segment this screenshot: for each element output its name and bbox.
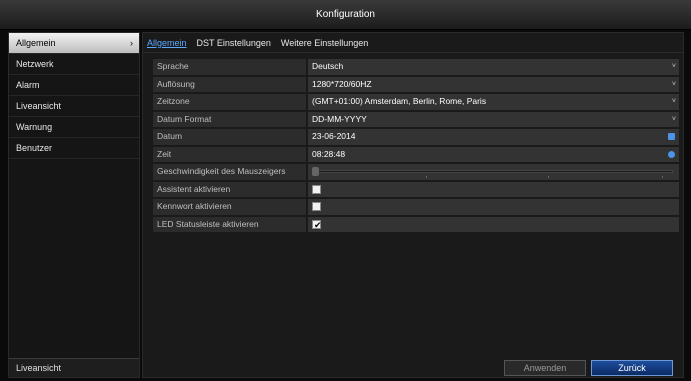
led-checkbox[interactable]: ✔ [312, 219, 322, 230]
datum-value: 23-06-2014 [312, 131, 356, 141]
zeit-value: 08:28:48 [312, 148, 346, 159]
aufloesung-label: Auflösung [153, 76, 306, 92]
tab-allgemein[interactable]: Allgemein [147, 38, 187, 48]
slider-tick [662, 176, 663, 178]
datum-field[interactable]: 23-06-2014 [308, 129, 679, 145]
settings-form: Sprache Deutsch ˅ Auflösung 1280*720/60H… [153, 59, 679, 234]
zeitzone-select[interactable]: (GMT+01:00) Amsterdam, Berlin, Rome, Par… [308, 94, 679, 110]
sidebar-item-alarm[interactable]: Alarm [9, 75, 139, 96]
sidebar-item-warnung[interactable]: Warnung [9, 117, 139, 138]
slider-handle[interactable] [312, 167, 319, 176]
zeitzone-value: (GMT+01:00) Amsterdam, Berlin, Rome, Par… [312, 96, 487, 106]
sidebar-item-netzwerk[interactable]: Netzwerk [9, 54, 139, 75]
slider-tick [548, 176, 549, 178]
chevron-right-icon: › [130, 38, 133, 48]
chevron-down-icon: ˅ [671, 115, 676, 123]
clock-icon[interactable] [668, 150, 675, 158]
sidebar-item-benutzer[interactable]: Benutzer [9, 138, 139, 159]
main-panel: Allgemein DST Einstellungen Weitere Eins… [142, 32, 684, 378]
sidebar-item-label: Allgemein [16, 38, 56, 48]
zeit-label: Zeit [153, 146, 306, 162]
zeitzone-label: Zeitzone [153, 94, 306, 110]
sprache-select[interactable]: Deutsch ˅ [308, 59, 679, 75]
row-zeit: Zeit 08:28:48 [153, 146, 679, 162]
led-label: LED Statusleiste aktivieren [153, 216, 306, 232]
kennwort-checkbox[interactable] [312, 202, 321, 211]
zeit-field[interactable]: 08:28:48 [308, 146, 679, 162]
window-title: Konfiguration [0, 0, 691, 30]
back-button[interactable]: Zurück [591, 360, 673, 376]
sidebar-item-label: Netzwerk [16, 59, 54, 69]
aufloesung-select[interactable]: 1280*720/60HZ ˅ [308, 76, 679, 92]
apply-button[interactable]: Anwenden [504, 360, 586, 376]
sidebar-item-label: Alarm [16, 80, 40, 90]
sprache-label: Sprache [153, 59, 306, 75]
aufloesung-value: 1280*720/60HZ [312, 78, 372, 89]
row-assistent: Assistent aktivieren [153, 181, 679, 197]
assistent-checkbox[interactable] [312, 184, 321, 194]
chevron-down-icon: ˅ [671, 63, 676, 70]
chevron-down-icon: ˅ [671, 98, 676, 105]
row-kennwort: Kennwort aktivieren [153, 199, 679, 215]
tab-bar: Allgemein DST Einstellungen Weitere Eins… [143, 33, 683, 53]
row-led: LED Statusleiste aktivieren ✔ [153, 216, 679, 232]
row-sprache: Sprache Deutsch ˅ [153, 59, 679, 75]
slider-track[interactable] [312, 170, 673, 173]
datum-format-select[interactable]: DD-MM-YYYY ˅ [308, 111, 679, 127]
sidebar-item-allgemein[interactable]: Allgemein › [9, 33, 139, 54]
row-mauszeiger: Geschwindigkeit des Mauszeigers [153, 164, 679, 180]
sidebar-item-label: Benutzer [16, 143, 53, 153]
liveansicht-button[interactable]: Liveansicht [9, 358, 139, 377]
sidebar: Allgemein › Netzwerk Alarm Liveansicht W… [8, 32, 140, 378]
sidebar-item-label: Liveansicht [16, 101, 62, 111]
row-datum-format: Datum Format DD-MM-YYYY ˅ [153, 111, 679, 127]
datum-label: Datum [153, 129, 306, 145]
kennwort-label: Kennwort aktivieren [153, 199, 306, 215]
slider-tick [426, 176, 427, 178]
tab-dst-einstellungen[interactable]: DST Einstellungen [197, 38, 271, 48]
checkmark-icon: ✔ [314, 219, 322, 230]
calendar-icon[interactable] [668, 133, 675, 140]
datum-format-label: Datum Format [153, 111, 306, 127]
chevron-down-icon: ˅ [671, 80, 676, 88]
row-zeitzone: Zeitzone (GMT+01:00) Amsterdam, Berlin, … [153, 94, 679, 110]
row-aufloesung: Auflösung 1280*720/60HZ ˅ [153, 76, 679, 92]
row-datum: Datum 23-06-2014 [153, 129, 679, 145]
mauszeiger-slider[interactable] [308, 164, 679, 180]
assistent-label: Assistent aktivieren [153, 181, 306, 197]
tab-weitere-einstellungen[interactable]: Weitere Einstellungen [281, 38, 368, 48]
mauszeiger-label: Geschwindigkeit des Mauszeigers [153, 164, 306, 180]
sprache-value: Deutsch [312, 61, 344, 71]
datum-format-value: DD-MM-YYYY [312, 113, 367, 124]
sidebar-item-label: Warnung [16, 122, 53, 132]
sidebar-item-liveansicht[interactable]: Liveansicht [9, 96, 139, 117]
